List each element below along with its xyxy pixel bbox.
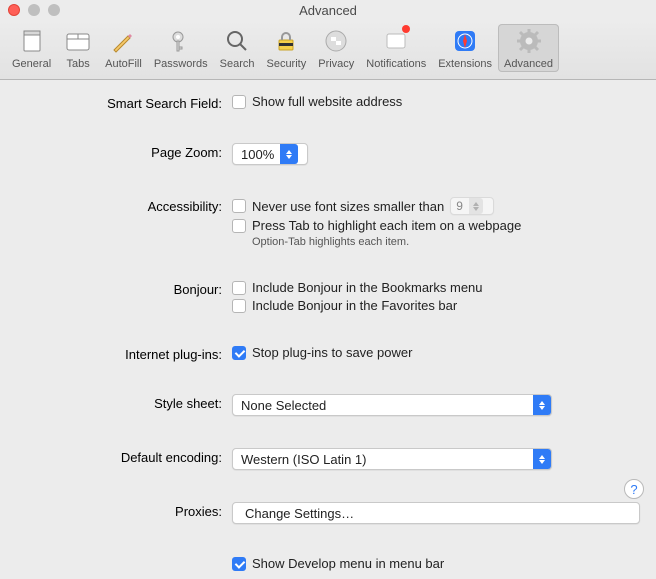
bonjour-favorites-checkbox[interactable] bbox=[232, 299, 246, 313]
min-font-value: 9 bbox=[456, 199, 469, 213]
privacy-icon bbox=[321, 26, 351, 56]
tab-label: Tabs bbox=[67, 58, 90, 70]
min-font-checkbox[interactable] bbox=[232, 199, 246, 213]
tab-security[interactable]: Security bbox=[260, 24, 312, 72]
help-button[interactable]: ? bbox=[624, 479, 644, 499]
press-tab-checkbox[interactable] bbox=[232, 219, 246, 233]
stop-plugins-text: Stop plug-ins to save power bbox=[252, 345, 412, 360]
press-tab-row[interactable]: Press Tab to highlight each item on a we… bbox=[232, 218, 640, 233]
show-develop-text: Show Develop menu in menu bar bbox=[252, 556, 444, 571]
show-develop-checkbox[interactable] bbox=[232, 557, 246, 571]
bonjour-bookmarks-checkbox[interactable] bbox=[232, 281, 246, 295]
show-full-url-row[interactable]: Show full website address bbox=[232, 94, 640, 109]
tab-label: Extensions bbox=[438, 58, 492, 70]
press-tab-text: Press Tab to highlight each item on a we… bbox=[252, 218, 521, 233]
autofill-icon bbox=[108, 26, 138, 56]
key-icon bbox=[166, 26, 196, 56]
stylesheet-select[interactable]: None Selected bbox=[232, 394, 552, 416]
proxies-label: Proxies: bbox=[16, 502, 232, 519]
tabs-icon bbox=[63, 26, 93, 56]
tab-search[interactable]: Search bbox=[214, 24, 261, 72]
bonjour-label: Bonjour: bbox=[16, 280, 232, 297]
bonjour-favorites-row[interactable]: Include Bonjour in the Favorites bar bbox=[232, 298, 640, 313]
plugins-label: Internet plug-ins: bbox=[16, 345, 232, 362]
encoding-label: Default encoding: bbox=[16, 448, 232, 465]
tab-tabs[interactable]: Tabs bbox=[57, 24, 99, 72]
min-font-size-select[interactable]: 9 bbox=[450, 197, 494, 215]
tab-label: Search bbox=[220, 58, 255, 70]
tab-label: Privacy bbox=[318, 58, 354, 70]
stepper-arrows-icon bbox=[533, 395, 551, 415]
press-tab-note: Option-Tab highlights each item. bbox=[232, 236, 640, 248]
gear-icon bbox=[514, 26, 544, 56]
smart-search-label: Smart Search Field: bbox=[16, 94, 232, 111]
bonjour-bookmarks-row[interactable]: Include Bonjour in the Bookmarks menu bbox=[232, 280, 640, 295]
tab-advanced[interactable]: Advanced bbox=[498, 24, 559, 72]
tab-label: Advanced bbox=[504, 58, 553, 70]
search-icon bbox=[222, 26, 252, 56]
extensions-icon bbox=[450, 26, 480, 56]
title-bar: Advanced bbox=[0, 0, 656, 20]
stepper-arrows-icon bbox=[469, 198, 483, 214]
window-title: Advanced bbox=[299, 3, 357, 18]
bonjour-bookmarks-text: Include Bonjour in the Bookmarks menu bbox=[252, 280, 483, 295]
stepper-arrows-icon bbox=[280, 144, 298, 164]
tab-label: Security bbox=[266, 58, 306, 70]
tab-privacy[interactable]: Privacy bbox=[312, 24, 360, 72]
change-settings-text: Change Settings… bbox=[245, 506, 354, 521]
bonjour-favorites-text: Include Bonjour in the Favorites bar bbox=[252, 298, 457, 313]
stepper-arrows-icon bbox=[533, 449, 551, 469]
advanced-form: Smart Search Field: Show full website ad… bbox=[0, 80, 656, 579]
window-controls bbox=[8, 4, 60, 16]
accessibility-label: Accessibility: bbox=[16, 197, 232, 214]
tab-label: General bbox=[12, 58, 51, 70]
general-icon bbox=[17, 26, 47, 56]
stylesheet-value: None Selected bbox=[241, 398, 332, 413]
notifications-icon bbox=[381, 26, 411, 56]
tab-notifications[interactable]: Notifications bbox=[360, 24, 432, 72]
show-full-url-checkbox[interactable] bbox=[232, 95, 246, 109]
show-full-url-text: Show full website address bbox=[252, 94, 402, 109]
page-zoom-value: 100% bbox=[241, 147, 280, 162]
show-develop-row[interactable]: Show Develop menu in menu bar bbox=[232, 556, 640, 571]
preferences-toolbar: General Tabs AutoFill Passwords Search S… bbox=[0, 20, 656, 80]
stylesheet-label: Style sheet: bbox=[16, 394, 232, 411]
min-font-text: Never use font sizes smaller than bbox=[252, 199, 444, 214]
minimize-window-button[interactable] bbox=[28, 4, 40, 16]
change-settings-button[interactable]: Change Settings… bbox=[232, 502, 640, 524]
tab-passwords[interactable]: Passwords bbox=[148, 24, 214, 72]
close-window-button[interactable] bbox=[8, 4, 20, 16]
tab-extensions[interactable]: Extensions bbox=[432, 24, 498, 72]
encoding-value: Western (ISO Latin 1) bbox=[241, 452, 372, 467]
stop-plugins-row[interactable]: Stop plug-ins to save power bbox=[232, 345, 640, 360]
lock-icon bbox=[271, 26, 301, 56]
stop-plugins-checkbox[interactable] bbox=[232, 346, 246, 360]
tab-label: AutoFill bbox=[105, 58, 142, 70]
page-zoom-select[interactable]: 100% bbox=[232, 143, 308, 165]
tab-general[interactable]: General bbox=[6, 24, 57, 72]
tab-label: Notifications bbox=[366, 58, 426, 70]
encoding-select[interactable]: Western (ISO Latin 1) bbox=[232, 448, 552, 470]
zoom-window-button[interactable] bbox=[48, 4, 60, 16]
tab-autofill[interactable]: AutoFill bbox=[99, 24, 148, 72]
page-zoom-label: Page Zoom: bbox=[16, 143, 232, 160]
tab-label: Passwords bbox=[154, 58, 208, 70]
